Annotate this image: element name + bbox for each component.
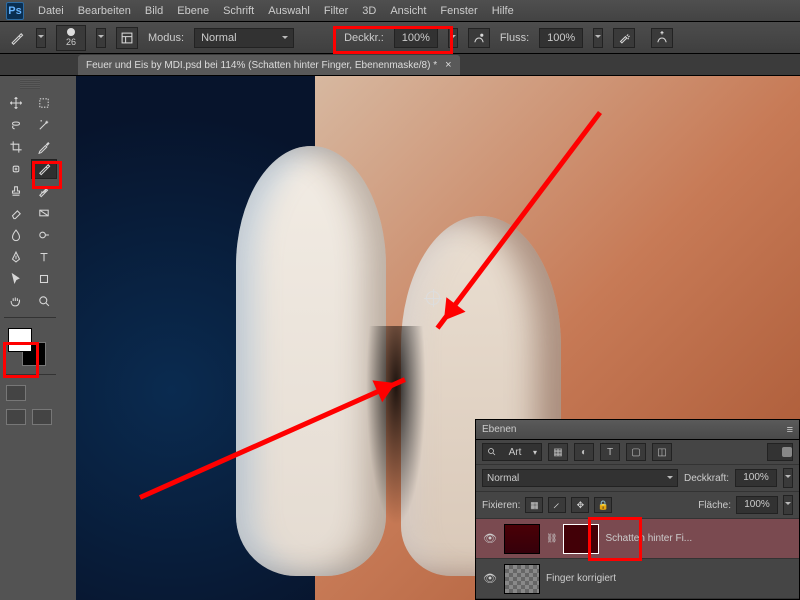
move-tool[interactable] [3,93,29,113]
brush-tool[interactable] [31,159,57,179]
foreground-color-swatch[interactable] [8,328,32,352]
path-select-tool[interactable] [3,269,29,289]
menu-filter[interactable]: Filter [324,5,348,17]
filter-shape-icon[interactable]: ▢ [626,443,646,461]
flow-field[interactable]: 100% [539,28,583,48]
menu-edit[interactable]: Bearbeiten [78,5,131,17]
fill-label: Fläche: [698,500,731,511]
healing-tool[interactable] [3,159,29,179]
eraser-tool[interactable] [3,203,29,223]
layer-name[interactable]: Schatten hinter Fi... [605,533,793,544]
brush-panel-toggle[interactable] [116,27,138,49]
layer-thumbnail[interactable] [504,524,540,554]
mode-label: Modus: [148,32,184,44]
layer-name[interactable]: Finger korrigiert [546,573,793,584]
lock-position-icon[interactable]: ✥ [571,497,589,513]
dodge-tool[interactable] [31,225,57,245]
mask-link-icon[interactable]: ⛓ [546,533,557,544]
layers-panel-title: Ebenen [482,424,516,435]
layer-fill-dropdown[interactable] [783,495,793,515]
shape-tool[interactable] [31,269,57,289]
zoom-tool[interactable] [31,291,57,311]
menu-select[interactable]: Auswahl [268,5,310,17]
document-tab-bar: Feuer und Eis by MDI.psd bei 114% (Schat… [0,54,800,76]
layer-opacity-dropdown[interactable] [783,468,793,488]
panel-grip[interactable] [20,79,40,89]
visibility-toggle-icon[interactable]: 👁 [482,532,498,545]
layer-blend-mode-select[interactable]: Normal [482,469,678,487]
document-tab[interactable]: Feuer und Eis by MDI.psd bei 114% (Schat… [78,55,460,75]
menu-image[interactable]: Bild [145,5,163,17]
flow-dropdown[interactable] [593,28,603,48]
menu-layer[interactable]: Ebene [177,5,209,17]
quickmask-toggle[interactable] [6,385,26,401]
size-pressure-toggle[interactable] [651,28,673,48]
menu-file[interactable]: Datei [38,5,64,17]
screenmode-alt-button[interactable] [32,409,52,425]
hand-tool[interactable] [3,291,29,311]
brush-cursor [426,291,440,305]
tool-preset-icon[interactable] [8,29,26,47]
tool-preset-dropdown[interactable] [36,28,46,48]
history-brush-tool[interactable] [31,181,57,201]
opacity-label: Deckkr.: [344,32,384,44]
panel-menu-icon[interactable]: ≡ [787,424,793,436]
layer-filter-kind[interactable]: Art ▾ [482,443,542,461]
layer-blend-mode-value: Normal [487,473,519,484]
layer-thumbnail[interactable] [504,564,540,594]
crop-tool[interactable] [3,137,29,157]
opacity-pressure-toggle[interactable] [468,28,490,48]
flow-label: Fluss: [500,32,529,44]
blend-mode-value: Normal [201,32,236,44]
menu-3d[interactable]: 3D [362,5,376,17]
filter-smart-icon[interactable]: ◫ [652,443,672,461]
document-tab-title: Feuer und Eis by MDI.psd bei 114% (Schat… [86,60,437,71]
layer-row-active[interactable]: 👁 ⛓ Schatten hinter Fi... [476,519,799,559]
screenmode-button[interactable] [6,409,26,425]
marquee-tool[interactable] [31,93,57,113]
gradient-tool[interactable] [31,203,57,223]
menu-window[interactable]: Fenster [440,5,477,17]
lock-label: Fixieren: [482,500,520,511]
color-swatches[interactable] [8,328,48,368]
filter-pixel-icon[interactable]: ▦ [548,443,568,461]
layers-panel: Ebenen ≡ Art ▾ ▦ ◐ T ▢ ◫ Normal Deckkraf… [475,419,800,600]
opacity-dropdown[interactable] [448,28,458,48]
options-bar: 26 Modus: Normal Deckkr.: 100% Fluss: 10… [0,22,800,54]
wand-tool[interactable] [31,115,57,135]
lasso-tool[interactable] [3,115,29,135]
type-tool[interactable] [31,247,57,267]
filter-toggle-switch[interactable] [767,443,793,461]
menu-bar: Ps Datei Bearbeiten Bild Ebene Schrift A… [0,0,800,22]
opacity-field[interactable]: 100% [394,28,438,48]
visibility-toggle-icon[interactable]: 👁 [482,572,498,585]
brush-size-value: 26 [66,37,76,47]
eyedropper-tool[interactable] [31,137,57,157]
app-logo: Ps [6,2,24,20]
blur-tool[interactable] [3,225,29,245]
menu-type[interactable]: Schrift [223,5,254,17]
menu-help[interactable]: Hilfe [492,5,514,17]
blend-mode-select[interactable]: Normal [194,28,294,48]
brush-preset-dropdown[interactable] [96,28,106,48]
brush-preview[interactable]: 26 [56,25,86,51]
close-icon[interactable]: × [445,59,451,71]
layer-fill-field[interactable]: 100% [736,496,778,514]
filter-type-icon[interactable]: T [600,443,620,461]
tools-panel [0,76,60,600]
layer-mask-thumbnail[interactable] [563,524,599,554]
pen-tool[interactable] [3,247,29,267]
stamp-tool[interactable] [3,181,29,201]
layer-row[interactable]: 👁 Finger korrigiert [476,559,799,599]
layer-opacity-label: Deckkraft: [684,473,729,484]
lock-pixels-icon[interactable] [548,497,566,513]
layer-opacity-field[interactable]: 100% [735,469,777,487]
lock-all-icon[interactable]: 🔒 [594,497,612,513]
filter-adjust-icon[interactable]: ◐ [574,443,594,461]
airbrush-toggle[interactable] [613,28,635,48]
lock-transparent-icon[interactable]: ▦ [525,497,543,513]
layer-filter-kind-label: Art [509,447,522,458]
menu-view[interactable]: Ansicht [390,5,426,17]
